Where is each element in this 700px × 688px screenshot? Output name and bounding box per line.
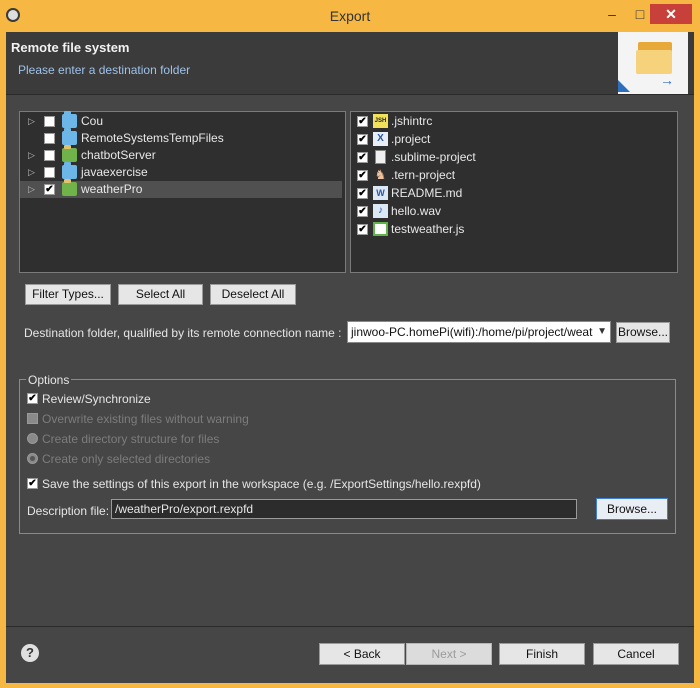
file-checkbox-sublime-project[interactable]: ✔ <box>357 152 368 163</box>
footer-divider <box>6 626 694 627</box>
options-group-title: Options <box>26 373 72 387</box>
page-title: Remote file system <box>11 40 130 55</box>
wizard-header: Remote file system Please enter a destin… <box>6 32 694 95</box>
file-item-label: README.md <box>391 186 463 200</box>
tree-item-label: chatbotServer <box>81 148 156 162</box>
help-icon[interactable]: ? <box>21 644 39 662</box>
destination-value: jinwoo-PC.homePi(wifi):/home/pi/project/… <box>351 325 593 339</box>
tree-item-weatherpro[interactable]: ▷ ✔ weatherPro <box>20 179 342 198</box>
tree-item-label: RemoteSystemsTempFiles <box>81 131 224 145</box>
file-item-jshintrc[interactable]: ✔ JSH .jshintrc <box>351 113 677 130</box>
file-checkbox-tern-project[interactable]: ✔ <box>357 170 368 181</box>
markdown-file-icon: W <box>373 186 388 200</box>
audio-file-icon: ♪ <box>373 204 388 218</box>
file-item-label: .jshintrc <box>391 114 433 128</box>
file-item-label: .tern-project <box>391 168 456 182</box>
xml-file-icon: X <box>373 132 388 146</box>
option-label: Create only selected directories <box>42 452 211 466</box>
file-item-sublime-project[interactable]: ✔ .sublime-project <box>351 149 677 166</box>
minimize-button[interactable]: – <box>600 4 624 24</box>
file-item-label: .sublime-project <box>391 150 476 164</box>
expand-arrow-icon[interactable]: ▷ <box>28 181 35 198</box>
description-file-input[interactable]: /weatherPro/export.rexpfd <box>111 499 577 519</box>
save-settings-checkbox[interactable]: ✔ <box>27 478 38 489</box>
text-file-icon <box>375 150 386 164</box>
jshint-file-icon: JSH <box>373 114 388 128</box>
tree-item-label: javaexercise <box>81 165 148 179</box>
file-checkbox-testweather-js[interactable]: ✔ <box>357 224 368 235</box>
review-synchronize-checkbox[interactable]: ✔ <box>27 393 38 404</box>
file-item-testweather-js[interactable]: ✔ testweather.js <box>351 221 677 238</box>
file-list[interactable]: ✔ JSH .jshintrc ✔ X .project ✔ .sublime-… <box>350 111 678 273</box>
option-label: Overwrite existing files without warning <box>42 412 249 426</box>
dialog-content: Remote file system Please enter a destin… <box>6 32 694 683</box>
tree-checkbox-cou[interactable] <box>44 116 55 127</box>
file-item-tern-project[interactable]: ✔ ♞ .tern-project <box>351 167 677 184</box>
close-button[interactable]: ✕ <box>650 4 692 24</box>
next-button: Next > <box>406 643 492 665</box>
description-browse-button[interactable]: Browse... <box>596 498 668 520</box>
expand-arrow-icon[interactable]: ▷ <box>28 147 35 164</box>
destination-browse-button[interactable]: Browse... <box>616 322 670 343</box>
project-tree[interactable]: ▷ Cou RemoteSystemsTempFiles ▷ chatbotSe… <box>19 111 346 273</box>
file-item-project[interactable]: ✔ X .project <box>351 131 677 148</box>
tree-checkbox-weatherpro[interactable]: ✔ <box>44 184 55 195</box>
tern-file-icon: ♞ <box>374 167 387 182</box>
maximize-button[interactable]: □ <box>628 4 652 24</box>
file-item-readme[interactable]: ✔ W README.md <box>351 185 677 202</box>
file-checkbox-project[interactable]: ✔ <box>357 134 368 145</box>
destination-combo[interactable]: jinwoo-PC.homePi(wifi):/home/pi/project/… <box>347 321 611 343</box>
cancel-button[interactable]: Cancel <box>593 643 679 665</box>
option-label: Review/Synchronize <box>42 392 151 406</box>
tree-checkbox-chatbotserver[interactable] <box>44 150 55 161</box>
js-file-icon <box>373 222 388 236</box>
create-selected-radio <box>27 453 38 464</box>
file-checkbox-hello-wav[interactable]: ✔ <box>357 206 368 217</box>
file-item-label: testweather.js <box>391 222 465 236</box>
export-folder-icon: → <box>618 32 688 94</box>
tree-item-label: weatherPro <box>81 182 143 196</box>
tree-item-label: Cou <box>81 114 104 128</box>
expand-arrow-icon[interactable]: ▷ <box>28 164 35 181</box>
folder-icon <box>62 128 77 145</box>
folder-icon <box>62 111 77 128</box>
description-file-label: Description file: <box>27 504 110 518</box>
file-item-hello-wav[interactable]: ✔ ♪ hello.wav <box>351 203 677 220</box>
filter-types-button[interactable]: Filter Types... <box>25 284 111 305</box>
finish-button[interactable]: Finish <box>499 643 585 665</box>
tree-checkbox-remotesystemstempfiles[interactable] <box>44 133 55 144</box>
folder-icon <box>62 162 77 179</box>
chevron-down-icon[interactable]: ▼ <box>597 322 607 342</box>
option-label: Save the settings of this export in the … <box>42 477 481 491</box>
project-icon <box>62 179 77 196</box>
window-title: Export <box>329 8 371 24</box>
back-button[interactable]: < Back <box>319 643 405 665</box>
file-checkbox-jshintrc[interactable]: ✔ <box>357 116 368 127</box>
export-dialog: Export – □ ✕ Remote file system Please e… <box>0 0 700 688</box>
tree-checkbox-javaexercise[interactable] <box>44 167 55 178</box>
option-label: Create directory structure for files <box>42 432 220 446</box>
title-bar[interactable]: Export – □ ✕ <box>0 0 700 32</box>
select-all-button[interactable]: Select All <box>118 284 203 305</box>
expand-arrow-icon[interactable]: ▷ <box>28 113 35 130</box>
deselect-all-button[interactable]: Deselect All <box>210 284 296 305</box>
file-checkbox-readme[interactable]: ✔ <box>357 188 368 199</box>
create-structure-radio <box>27 433 38 444</box>
page-subtitle: Please enter a destination folder <box>18 63 191 77</box>
destination-label: Destination folder, qualified by its rem… <box>24 326 342 340</box>
project-icon <box>62 145 77 162</box>
file-item-label: hello.wav <box>391 204 442 218</box>
file-item-label: .project <box>391 132 431 146</box>
overwrite-checkbox <box>27 413 38 424</box>
